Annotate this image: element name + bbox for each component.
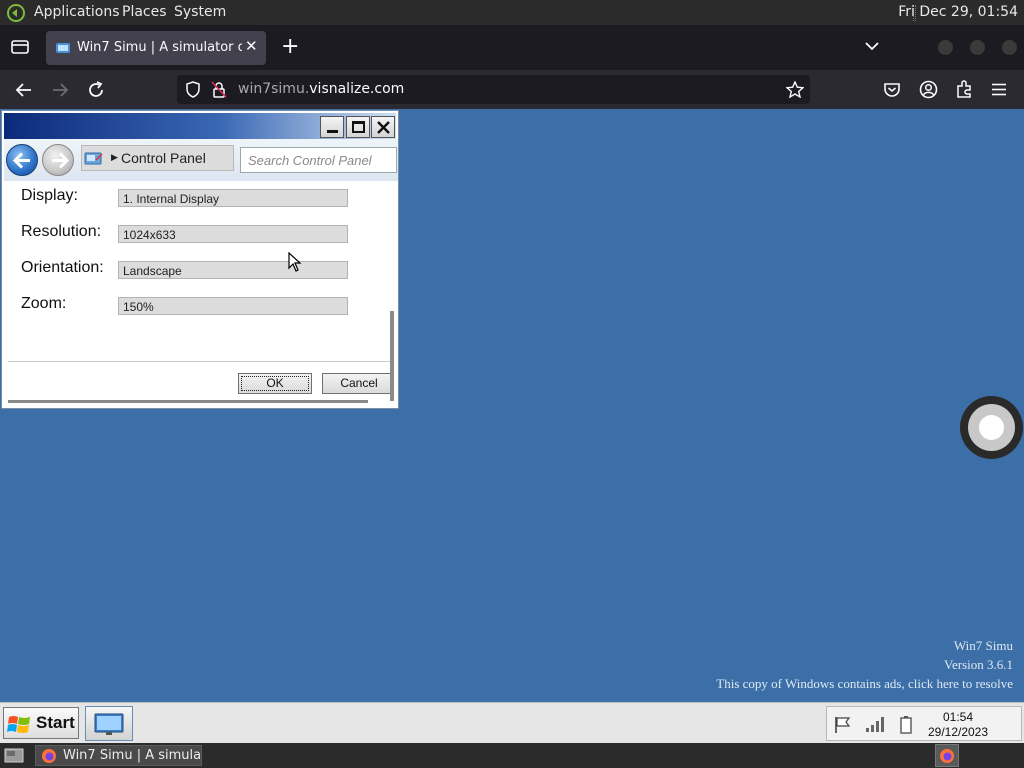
window-close-button[interactable] (371, 116, 395, 138)
maximize-icon (352, 121, 365, 133)
orientation-label: Orientation: (21, 259, 104, 276)
firefox-window-label: Win7 Simu | A simula… (63, 748, 200, 763)
tab-win7simu[interactable]: Win7 Simu | A simulator of Windows 7 ✕ (46, 31, 266, 65)
back-icon[interactable] (15, 82, 33, 98)
network-signal-icon[interactable] (865, 716, 885, 733)
start-button[interactable]: Start (3, 707, 79, 739)
places-menu[interactable]: Places (122, 4, 167, 20)
account-icon[interactable] (919, 80, 938, 99)
mouse-cursor-icon (288, 252, 302, 272)
spinner-core (979, 415, 1004, 440)
breadcrumb-label[interactable]: Control Panel (121, 150, 206, 166)
applications-menu[interactable]: Applications (34, 4, 120, 20)
forward-arrow-icon (52, 152, 69, 169)
gnome-bottom-panel: Win7 Simu | A simula… (0, 743, 1024, 768)
explorer-address-row: ▶ Control Panel Search Control Panel (4, 139, 398, 181)
win7simu-favicon-icon (56, 43, 70, 53)
browser-nav-bar: win7simu.visnalize.com (0, 70, 1024, 109)
gnome-logo-icon[interactable] (6, 3, 26, 23)
tab-title: Win7 Simu | A simulator of Windows 7 (77, 40, 242, 55)
workspace-switcher[interactable] (935, 744, 959, 767)
extensions-icon[interactable] (955, 80, 973, 99)
orientation-select[interactable]: Landscape (118, 261, 348, 279)
action-center-flag-icon[interactable] (834, 716, 852, 734)
tab-overview-icon[interactable] (11, 39, 29, 55)
control-panel-window: ▶ Control Panel Search Control Panel Dis… (1, 110, 399, 409)
tab-close-icon[interactable]: ✕ (245, 37, 258, 55)
tray-clock[interactable]: 01:54 29/12/2023 (923, 710, 993, 740)
windows-logo-icon (7, 716, 30, 733)
system-menu[interactable]: System (174, 4, 226, 20)
tray-time: 01:54 (942, 710, 974, 724)
resolution-label: Resolution: (21, 223, 102, 240)
battery-icon[interactable] (900, 715, 912, 734)
vertical-scrollbar[interactable] (390, 311, 394, 401)
explorer-forward-button[interactable] (42, 144, 74, 176)
start-label: Start (36, 713, 75, 732)
win7-taskbar: Start 01:54 29/12/2023 (0, 702, 1024, 743)
firefox-icon (42, 749, 56, 763)
watermark-ads-link[interactable]: This copy of Windows contains ads, click… (716, 674, 1013, 693)
list-all-tabs-icon[interactable] (865, 42, 879, 51)
search-input[interactable]: Search Control Panel (240, 147, 397, 173)
horizontal-scrollbar[interactable] (8, 400, 368, 403)
zoom-label: Zoom: (21, 295, 67, 312)
shield-icon[interactable] (185, 81, 201, 98)
forward-icon[interactable] (51, 82, 69, 98)
display-label: Display: (21, 187, 78, 204)
minimize-window-icon[interactable] (938, 40, 953, 55)
url-bar[interactable]: win7simu.visnalize.com (177, 75, 810, 104)
minimize-icon (327, 130, 338, 133)
control-panel-icon (84, 152, 103, 165)
app-menu-icon[interactable] (991, 83, 1007, 96)
new-tab-icon[interactable]: + (281, 34, 299, 59)
insecure-lock-icon[interactable] (211, 81, 227, 98)
close-icon (377, 121, 390, 134)
taskbar-firefox-window[interactable]: Win7 Simu | A simula… (35, 745, 202, 766)
resolution-select[interactable]: 1024x633 (118, 225, 348, 243)
tray-date: 29/12/2023 (927, 725, 989, 739)
breadcrumb-chevron-icon[interactable]: ▶ (111, 152, 118, 163)
explorer-back-button[interactable] (6, 144, 38, 176)
loading-spinner (960, 396, 1023, 459)
system-tray: 01:54 29/12/2023 (826, 706, 1022, 741)
back-arrow-icon (13, 152, 30, 169)
show-desktop-icon[interactable] (4, 747, 24, 764)
url-host: win7simu. (238, 81, 310, 97)
activation-watermark[interactable]: Win7 Simu Version 3.6.1 This copy of Win… (716, 636, 1013, 693)
monitor-icon (94, 713, 124, 735)
watermark-product: Win7 Simu (953, 638, 1013, 653)
taskbar-display-settings-app[interactable] (85, 706, 133, 741)
bookmark-star-icon[interactable] (786, 81, 804, 98)
pocket-icon[interactable] (883, 81, 901, 98)
window-minimize-button[interactable] (320, 116, 344, 138)
display-settings-panel: Display: 1. Internal Display Resolution:… (4, 181, 392, 405)
url-domain: visnalize.com (309, 81, 405, 97)
cancel-button[interactable]: Cancel (322, 373, 392, 394)
reload-icon[interactable] (87, 81, 105, 99)
window-maximize-button[interactable] (346, 116, 370, 138)
ok-button[interactable]: OK (238, 373, 312, 394)
browser-tab-strip: Win7 Simu | A simulator of Windows 7 ✕ + (0, 25, 1024, 70)
panel-clock[interactable]: Fri Dec 29, 01:54 (898, 4, 1018, 20)
firefox-workspace-icon (940, 749, 954, 763)
zoom-select[interactable]: 150% (118, 297, 348, 315)
breadcrumb[interactable]: ▶ Control Panel (81, 145, 234, 171)
url-text[interactable]: win7simu.visnalize.com (238, 81, 404, 97)
display-select[interactable]: 1. Internal Display (118, 189, 348, 207)
close-window-icon[interactable] (1002, 40, 1017, 55)
divider (8, 361, 392, 362)
gnome-top-panel: Applications Places System Fri Dec 29, 0… (0, 0, 1024, 25)
watermark-version: Version 3.6.1 (944, 657, 1013, 672)
maximize-window-icon[interactable] (970, 40, 985, 55)
